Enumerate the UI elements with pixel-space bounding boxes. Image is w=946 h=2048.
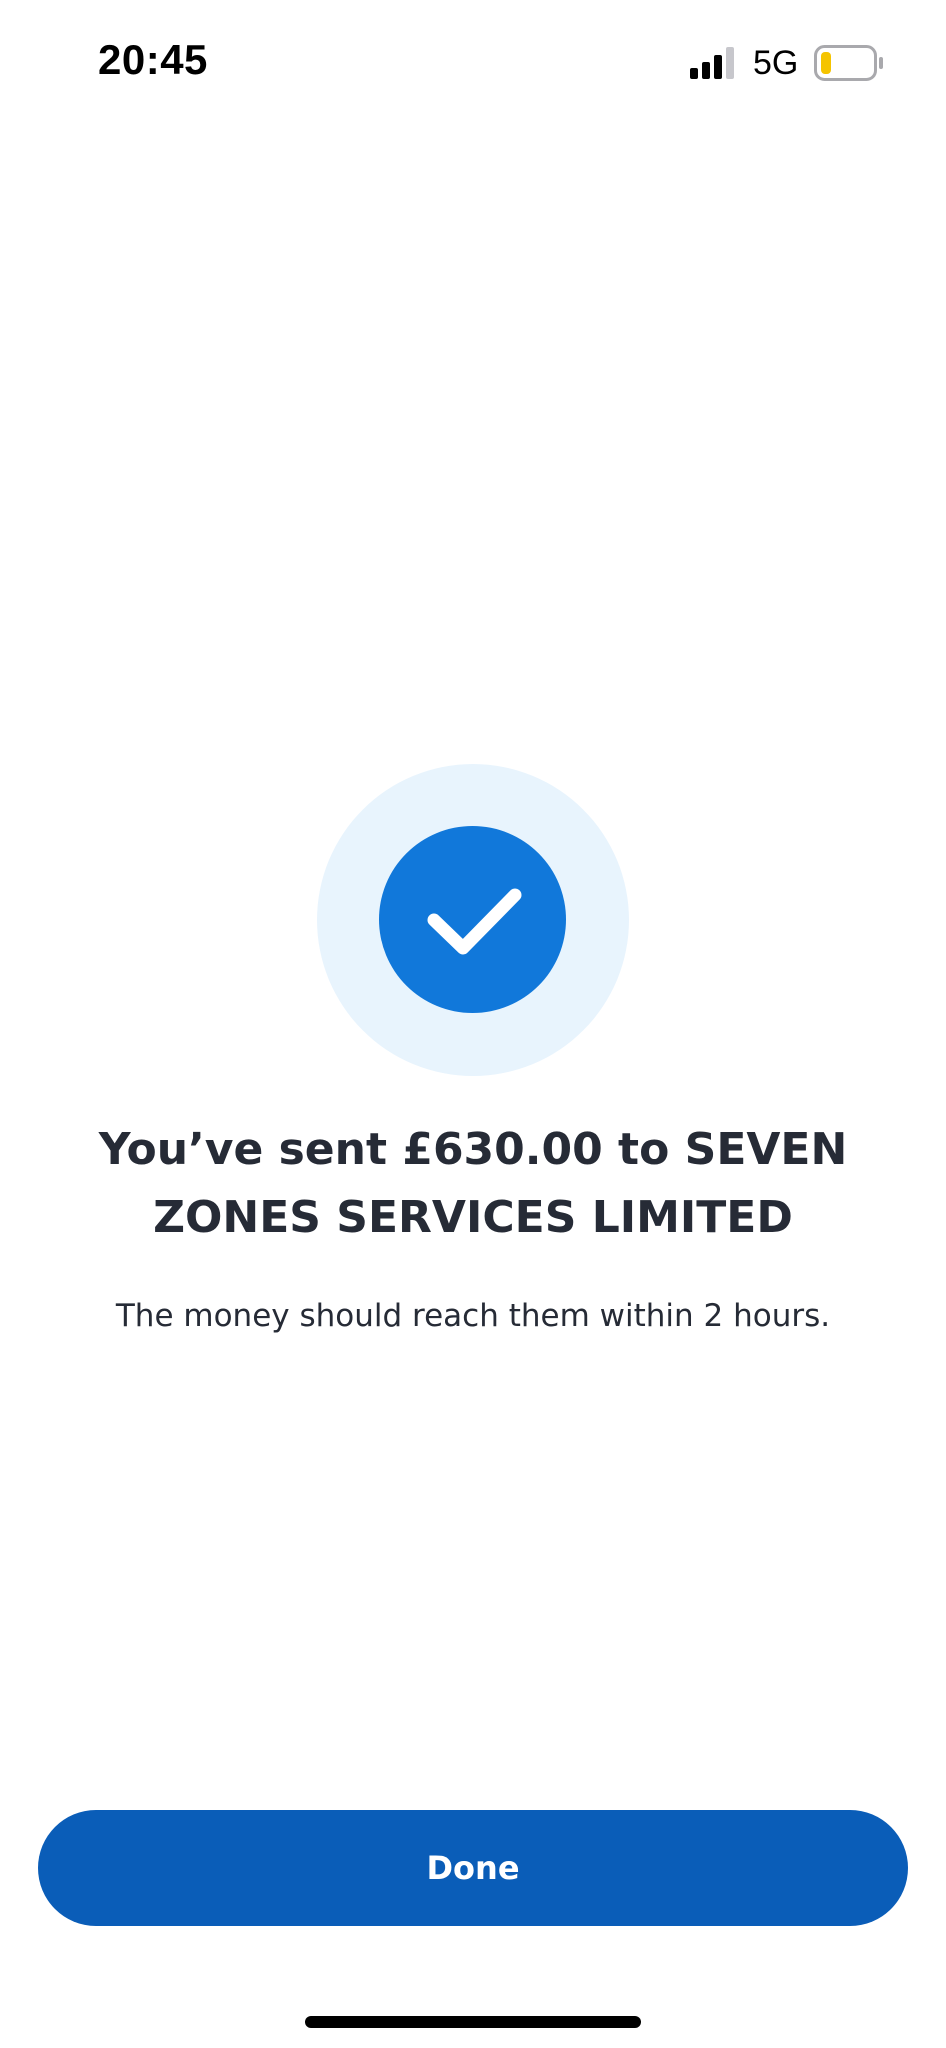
status-time: 20:45 <box>98 36 208 83</box>
done-button[interactable]: Done <box>38 1810 908 1926</box>
battery-low-icon <box>814 45 883 81</box>
confirmation-headline: You’ve sent £630.00 to SEVEN ZONES SERVI… <box>98 1124 848 1243</box>
home-indicator[interactable] <box>305 2016 641 2028</box>
status-bar: 20:45 5G <box>0 0 946 130</box>
network-type-label: 5G <box>753 44 799 82</box>
checkmark-icon <box>427 888 522 955</box>
cellular-signal-icon <box>690 47 734 79</box>
confirmation-message: The money should reach them within 2 hou… <box>115 1298 831 1334</box>
success-icon <box>379 826 566 1013</box>
